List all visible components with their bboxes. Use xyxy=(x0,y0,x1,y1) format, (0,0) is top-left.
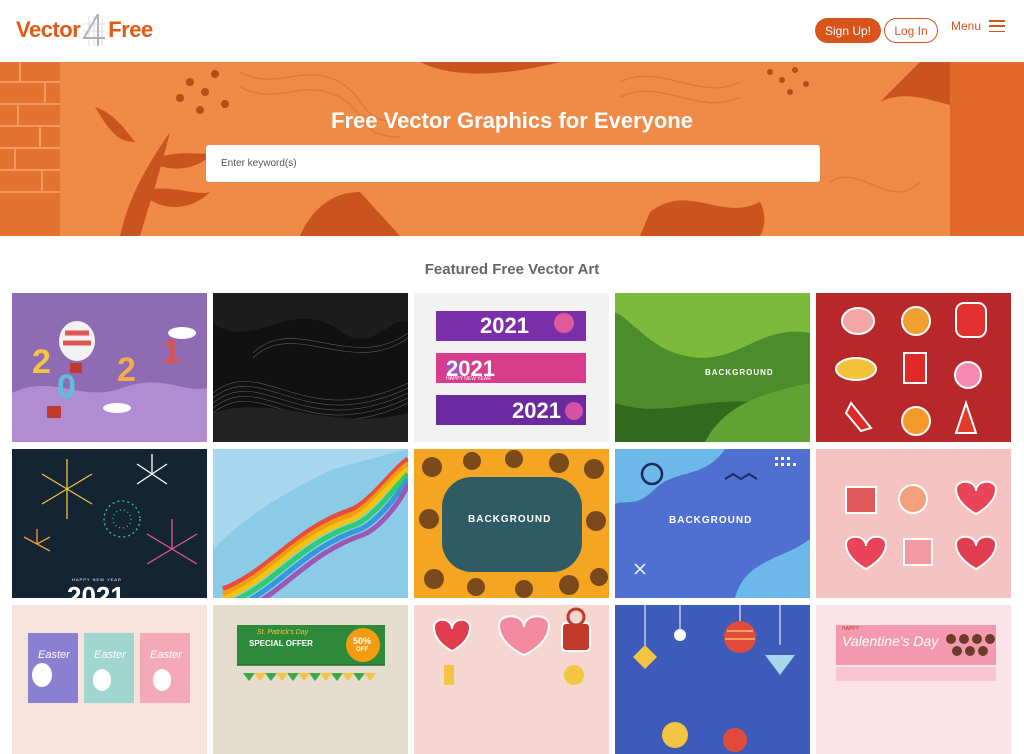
svg-text:2: 2 xyxy=(32,343,51,381)
banner2-greeting: HAPPY NEW YEAR xyxy=(446,376,491,382)
site-header: Vector Free Sign Up! Log In Menu xyxy=(0,0,1024,62)
st-patricks-title: St. Patrick's Day xyxy=(257,629,309,636)
blue-bg-label: BACKGROUND xyxy=(669,515,753,526)
ornaments-illustration xyxy=(615,605,810,754)
hero-title: Free Vector Graphics for Everyone xyxy=(331,108,693,133)
sunflower-bg-label: BACKGROUND xyxy=(468,514,552,525)
fireworks-illustration xyxy=(12,449,207,598)
card-red-stickers[interactable] xyxy=(816,293,1011,442)
fireworks-year: 2021 xyxy=(67,581,125,598)
hero-banner: Free Vector Graphics for Everyone xyxy=(0,62,1024,236)
red-stickers-illustration xyxy=(816,293,1011,442)
card-green-background[interactable]: BACKGROUND xyxy=(615,293,810,442)
featured-title: Featured Free Vector Art xyxy=(424,261,600,278)
card-2021-balloons[interactable]: 2 0 2 1 xyxy=(12,293,207,442)
menu-button[interactable]: Menu xyxy=(951,19,1006,33)
banner3-year: 2021 xyxy=(512,398,561,423)
logo-text-right: Free xyxy=(108,17,153,42)
easter-illustration xyxy=(12,605,207,754)
search-input[interactable] xyxy=(206,145,820,182)
balloons-illustration: 2 0 2 1 xyxy=(12,293,207,442)
card-st-patricks-banner[interactable]: St. Patrick's Day SPECIAL OFFER 50% OFF xyxy=(213,605,408,754)
logo-text-left: Vector xyxy=(16,17,81,42)
easter-label-3: Easter xyxy=(150,649,182,661)
log-in-button[interactable]: Log In xyxy=(884,18,938,43)
valentines-banner-small: HAPPY xyxy=(842,626,859,632)
card-easter-cards[interactable]: Easter Easter Easter xyxy=(12,605,207,754)
card-sunflower-background[interactable]: BACKGROUND xyxy=(414,449,609,598)
valentines-banner-title: Valentine's Day xyxy=(842,633,939,649)
st-patricks-illustration xyxy=(213,605,408,754)
card-love-stickers[interactable] xyxy=(414,605,609,754)
card-valentine-stickers[interactable] xyxy=(816,449,1011,598)
love-stickers-illustration xyxy=(414,605,609,754)
green-bg-label: BACKGROUND xyxy=(705,368,774,377)
featured-grid: 2 0 2 1 2021 2021 HAPPY NEW YEAR 2021 BA… xyxy=(12,293,1012,754)
st-patricks-percent: 50% xyxy=(353,636,372,646)
sign-up-button[interactable]: Sign Up! xyxy=(815,18,881,43)
card-fireworks[interactable]: HAPPY NEW YEAR 2021 xyxy=(12,449,207,598)
card-blue-background[interactable]: BACKGROUND xyxy=(615,449,810,598)
waves-illustration xyxy=(213,293,408,442)
card-2021-banners[interactable]: 2021 2021 HAPPY NEW YEAR 2021 xyxy=(414,293,609,442)
easter-label-2: Easter xyxy=(94,649,126,661)
valentine-stickers-illustration xyxy=(816,449,1011,598)
card-valentines-banner[interactable]: HAPPY Valentine's Day xyxy=(816,605,1011,754)
site-logo[interactable]: Vector Free xyxy=(16,12,153,48)
svg-text:0: 0 xyxy=(57,368,76,406)
rainbow-illustration xyxy=(213,449,408,598)
card-christmas-ornaments[interactable] xyxy=(615,605,810,754)
card-black-waves[interactable] xyxy=(213,293,408,442)
banner1-year: 2021 xyxy=(480,313,529,338)
card-rainbow-wave[interactable] xyxy=(213,449,408,598)
menu-label: Menu xyxy=(951,19,982,33)
st-patricks-off: OFF xyxy=(356,647,368,653)
st-patricks-offer: SPECIAL OFFER xyxy=(249,639,313,648)
svg-text:2: 2 xyxy=(117,351,136,389)
logo-four-mark xyxy=(81,12,107,48)
easter-label-1: Easter xyxy=(38,649,70,661)
hamburger-icon xyxy=(989,20,1006,32)
